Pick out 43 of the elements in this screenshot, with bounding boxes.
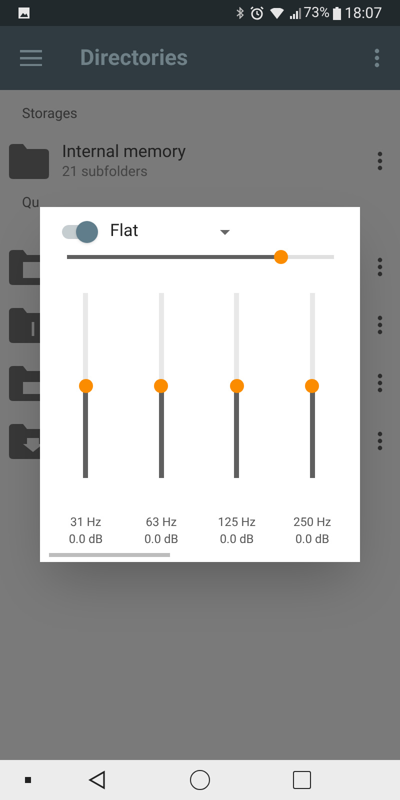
preset-dropdown[interactable]: Flat <box>110 221 230 243</box>
band-gain: 0.0 dB <box>144 531 178 548</box>
battery-icon <box>332 6 341 20</box>
back-button[interactable] <box>88 770 106 790</box>
app-title: Directories <box>80 44 189 72</box>
band-frequency: 250 Hz <box>293 514 332 530</box>
slider-thumb[interactable] <box>305 378 320 392</box>
band-gain: 0.0 dB <box>295 531 330 548</box>
alarm-icon <box>250 6 264 20</box>
slider-thumb[interactable] <box>230 378 244 392</box>
more-options-button[interactable] <box>374 48 380 68</box>
bluetooth-icon <box>236 7 244 19</box>
band-frequency: 63 Hz <box>146 514 177 530</box>
toggle-switch[interactable] <box>62 221 98 243</box>
slider-thumb[interactable] <box>274 250 288 264</box>
band-slider[interactable] <box>78 293 93 478</box>
band-slider[interactable] <box>154 293 168 478</box>
more-options-button[interactable] <box>377 431 383 451</box>
more-options-button[interactable] <box>377 151 383 171</box>
section-header: Qu <box>22 194 40 213</box>
clock: 18:07 <box>344 2 382 24</box>
band-slider[interactable] <box>230 293 244 478</box>
folder-icon <box>9 144 49 178</box>
signal-icon <box>290 7 302 19</box>
section-header: Storages <box>22 105 78 120</box>
menu-button[interactable] <box>20 48 44 68</box>
wifi-icon <box>270 8 284 18</box>
band-gain: 0.0 dB <box>68 531 103 548</box>
band-frequency: 125 Hz <box>218 514 256 530</box>
band-frequency: 31 Hz <box>70 514 102 530</box>
image-icon <box>18 7 30 19</box>
more-options-button[interactable] <box>377 315 383 335</box>
more-options-button[interactable] <box>377 257 383 277</box>
slider-thumb[interactable] <box>154 378 168 392</box>
home-button[interactable] <box>190 770 210 790</box>
band-slider[interactable] <box>305 293 320 478</box>
more-options-button[interactable] <box>377 373 383 393</box>
caret-icon <box>220 230 230 234</box>
folder-name: Internal memory <box>62 141 187 163</box>
slider-thumb[interactable] <box>78 378 93 392</box>
recents-button[interactable] <box>293 771 311 789</box>
battery-level: 73% <box>304 4 330 22</box>
band-gain: 0.0 dB <box>220 531 254 548</box>
